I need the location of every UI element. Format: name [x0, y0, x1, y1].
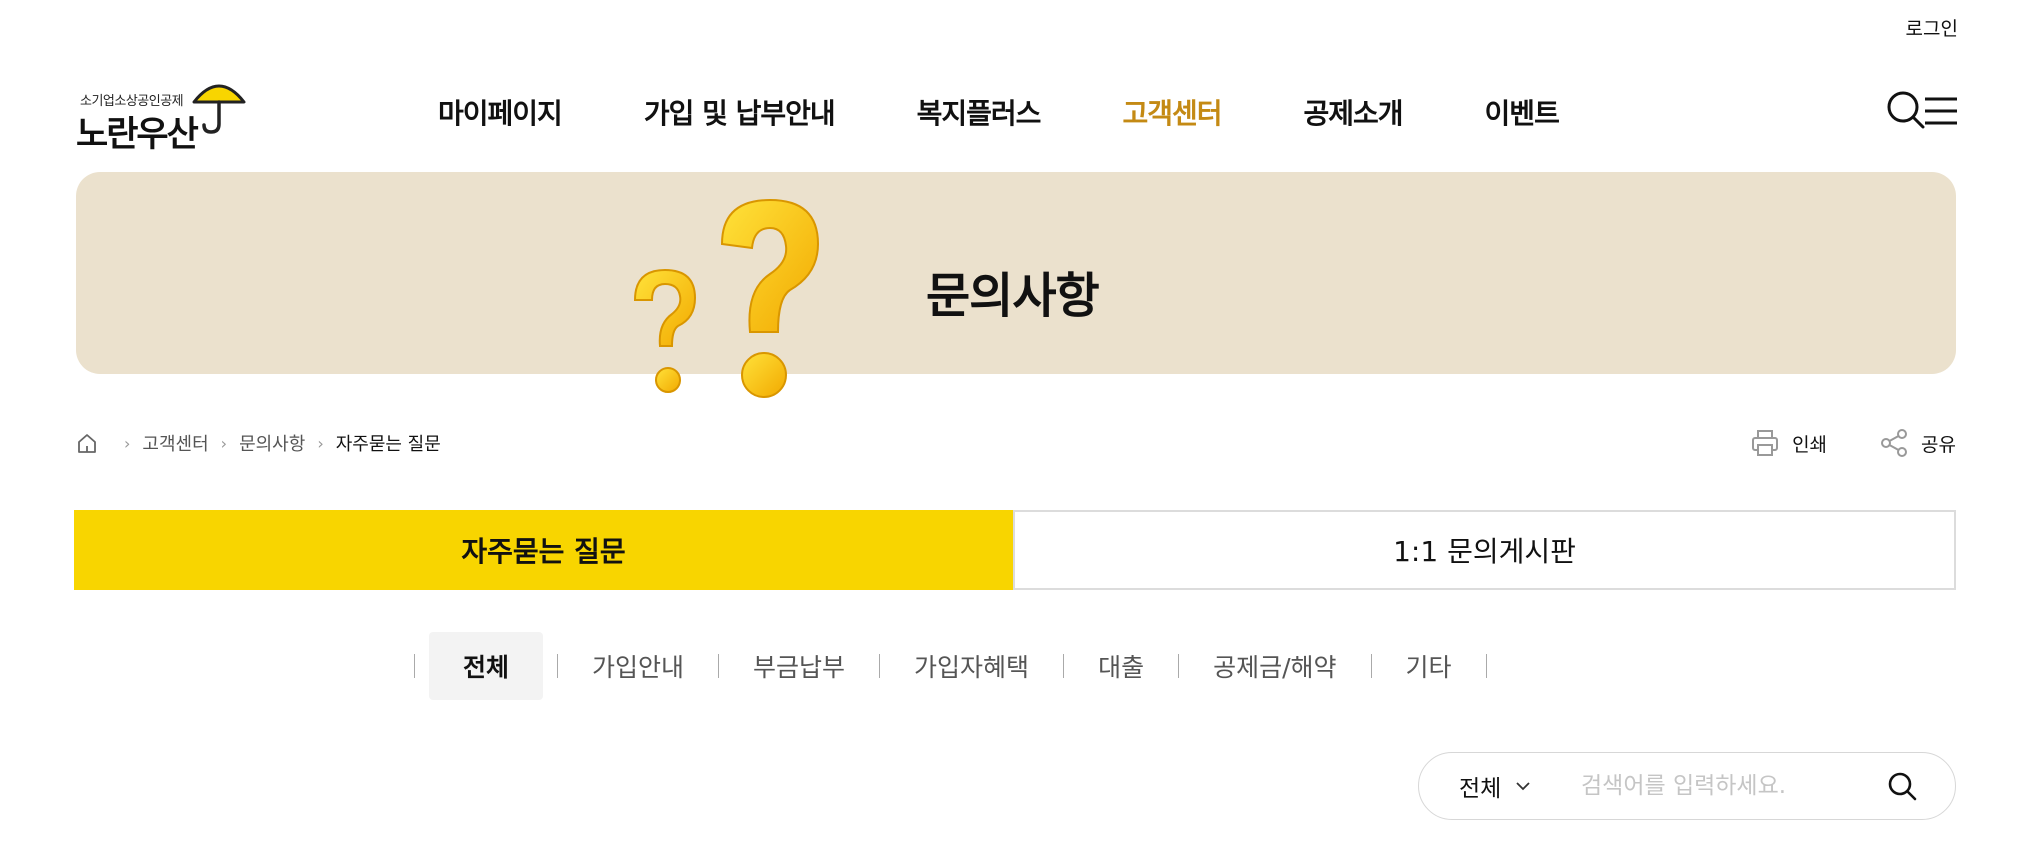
nav-item-join-payment[interactable]: 가입 및 납부안내 [644, 92, 836, 132]
category-etc[interactable]: 기타 [1372, 632, 1486, 700]
breadcrumb-item-customer-center[interactable]: 고객센터 [142, 430, 208, 456]
chevron-right-icon: › [124, 433, 131, 453]
category-payment[interactable]: 부금납부 [719, 632, 879, 700]
tab-one-on-one[interactable]: 1:1 문의게시판 [1013, 510, 1956, 590]
umbrella-icon [192, 84, 246, 134]
page-title: 문의사항 [926, 268, 1100, 324]
divider [414, 654, 415, 678]
print-label: 인쇄 [1792, 433, 1828, 456]
category-benefits[interactable]: 가입자혜택 [880, 632, 1063, 700]
login-link[interactable]: 로그인 [1906, 14, 1958, 41]
nav-item-welfare-plus[interactable]: 복지플러스 [917, 92, 1042, 132]
category-all[interactable]: 전체 [429, 632, 544, 700]
search-input[interactable] [1581, 773, 1871, 799]
breadcrumb: › 고객센터 › 문의사항 › 자주묻는 질문 [76, 430, 441, 456]
chevron-down-icon [1516, 782, 1530, 791]
share-label: 공유 [1921, 433, 1956, 456]
print-icon [1752, 430, 1779, 456]
share-button[interactable]: 공유 [1879, 428, 1956, 458]
utility-tools: 인쇄 공유 [1750, 428, 1956, 458]
breadcrumb-item-faq: 자주묻는 질문 [335, 434, 441, 455]
logo-title: 노란우산 [76, 115, 199, 155]
faq-search-box: 전체 [1418, 752, 1956, 820]
question-mark-illustration [633, 198, 820, 398]
hamburger-menu-icon[interactable] [1924, 96, 1958, 126]
home-icon[interactable] [76, 432, 98, 454]
tab-faq[interactable]: 자주묻는 질문 [74, 510, 1013, 590]
share-icon [1881, 429, 1908, 457]
nav-item-customer-center[interactable]: 고객센터 [1122, 92, 1222, 132]
print-button[interactable]: 인쇄 [1750, 428, 1827, 458]
nav-item-mypage[interactable]: 마이페이지 [438, 92, 563, 132]
tab-bar: 자주묻는 질문 1:1 문의게시판 [74, 510, 1956, 590]
nav-item-event[interactable]: 이벤트 [1485, 92, 1560, 132]
nav-item-about[interactable]: 공제소개 [1304, 92, 1404, 132]
search-icon[interactable] [1885, 769, 1919, 803]
search-scope-select[interactable]: 전체 [1419, 769, 1581, 803]
category-filter: 전체 가입안내 부금납부 가입자혜택 대출 공제금/해약 기타 [414, 632, 1487, 700]
category-join-guide[interactable]: 가입안내 [558, 632, 718, 700]
search-icon[interactable] [1886, 90, 1926, 130]
chevron-right-icon: › [220, 433, 228, 453]
logo[interactable]: 소기업소상공인공제 노란우산 [76, 76, 246, 155]
main-nav: 마이페이지 가입 및 납부안내 복지플러스 고객센터 공제소개 이벤트 [438, 92, 1641, 132]
divider [1485, 654, 1487, 678]
chevron-right-icon: › [317, 433, 324, 453]
breadcrumb-item-inquiries[interactable]: 문의사항 [239, 430, 305, 456]
category-loan[interactable]: 대출 [1064, 632, 1178, 700]
category-payout-termination[interactable]: 공제금/해약 [1179, 632, 1370, 700]
search-scope-value: 전체 [1459, 776, 1502, 802]
